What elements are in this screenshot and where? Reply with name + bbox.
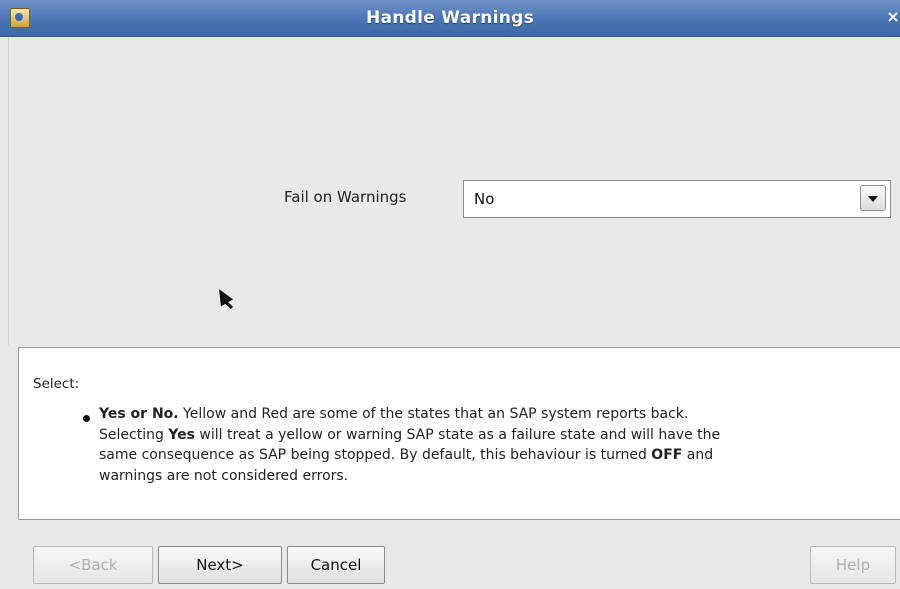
help-text-span: same consequence as SAP being stopped. B…	[99, 447, 652, 463]
cancel-button[interactable]: Cancel	[287, 546, 385, 584]
chevron-down-icon[interactable]	[860, 185, 886, 211]
help-text-span: will treat a yellow or warning SAP state…	[194, 426, 721, 443]
help-button[interactable]: Help	[810, 546, 896, 584]
back-button[interactable]: <Back	[33, 546, 153, 584]
window-title: Handle Warnings	[365, 8, 535, 28]
help-text-span: and	[682, 447, 714, 463]
help-heading: Select:	[33, 376, 80, 392]
help-text-span: Yellow and Red are some of the states th…	[178, 406, 689, 422]
help-bold-off: OFF	[651, 447, 683, 463]
fail-on-warnings-dropdown[interactable]: No	[463, 180, 891, 218]
bullet-icon	[83, 415, 90, 422]
help-line-4: warnings are not considered errors.	[99, 467, 349, 484]
help-line-2: Selecting Yes will treat a yellow or war…	[99, 425, 889, 446]
help-text-span: Selecting	[99, 426, 169, 443]
help-line-1: Yes or No. Yellow and Red are some of th…	[99, 404, 889, 425]
help-panel: Select: Yes or No. Yellow and Red are so…	[18, 347, 900, 520]
help-bold-yes-or-no: Yes or No.	[99, 406, 179, 422]
title-bar: Handle Warnings ×	[0, 0, 900, 37]
dropdown-value: No	[474, 190, 495, 208]
close-icon[interactable]: ×	[886, 0, 900, 36]
help-description: Yes or No. Yellow and Red are some of th…	[99, 404, 889, 486]
next-button[interactable]: Next>	[158, 546, 282, 584]
help-bold-yes: Yes	[168, 426, 195, 443]
help-line-3: same consequence as SAP being stopped. B…	[99, 445, 889, 466]
fail-on-warnings-label: Fail on Warnings	[284, 188, 407, 206]
